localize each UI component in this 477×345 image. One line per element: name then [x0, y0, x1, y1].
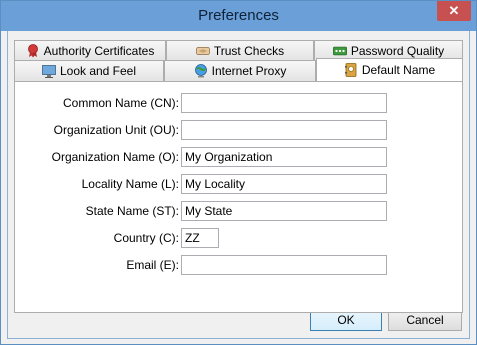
- address-book-icon: [344, 63, 358, 77]
- state-name-input[interactable]: My State: [181, 201, 387, 221]
- organization-unit-label: Organization Unit (OU):: [53, 123, 179, 137]
- locality-name-label: Locality Name (L):: [81, 177, 179, 191]
- organization-unit-input[interactable]: [181, 120, 387, 140]
- tab-trust-checks[interactable]: Trust Checks: [166, 40, 314, 60]
- close-button[interactable]: ✕: [437, 1, 471, 21]
- globe-icon: [194, 64, 208, 78]
- field-row-locality-name: Locality Name (L): My Locality: [15, 174, 462, 194]
- password-dots-icon: [332, 44, 347, 58]
- tab-label: Password Quality: [350, 43, 445, 58]
- tab-internet-proxy[interactable]: Internet Proxy: [164, 60, 316, 81]
- common-name-label: Common Name (CN):: [62, 96, 179, 110]
- preferences-dialog: Preferences ✕ Authority Certificates Tru…: [0, 0, 477, 345]
- organization-name-input[interactable]: My Organization: [181, 147, 387, 167]
- field-row-email: Email (E):: [15, 255, 462, 275]
- field-row-organization-name: Organization Name (O): My Organization: [15, 147, 462, 167]
- handshake-icon: [195, 44, 210, 58]
- tab-look-and-feel[interactable]: Look and Feel: [14, 60, 164, 81]
- tab-label: Trust Checks: [213, 43, 285, 58]
- close-icon: ✕: [448, 3, 460, 18]
- tab-label: Internet Proxy: [211, 64, 287, 78]
- tab-default-name[interactable]: Default Name: [316, 58, 463, 81]
- field-row-state-name: State Name (ST): My State: [15, 201, 462, 221]
- country-label: Country (C):: [113, 231, 179, 245]
- field-row-common-name: Common Name (CN):: [15, 93, 462, 113]
- field-row-country: Country (C): ZZ: [15, 228, 462, 248]
- tab-label: Default Name: [361, 63, 436, 77]
- tab-password-quality[interactable]: Password Quality: [314, 40, 463, 60]
- field-row-organization-unit: Organization Unit (OU):: [15, 120, 462, 140]
- organization-name-label: Organization Name (O):: [51, 150, 179, 164]
- state-name-label: State Name (ST):: [85, 204, 179, 218]
- email-input[interactable]: [181, 255, 387, 275]
- tab-label: Look and Feel: [59, 64, 137, 78]
- email-label: Email (E):: [126, 258, 179, 272]
- tab-label: Authority Certificates: [43, 43, 155, 58]
- common-name-input[interactable]: [181, 93, 387, 113]
- certificate-ribbon-icon: [26, 43, 40, 58]
- tab-authority-certificates[interactable]: Authority Certificates: [14, 40, 166, 60]
- default-name-panel: Common Name (CN): Organization Unit (OU)…: [14, 81, 463, 313]
- dialog-body: Authority Certificates Trust Checks Pass…: [7, 31, 470, 339]
- window-title: Preferences: [198, 7, 279, 24]
- title-bar[interactable]: Preferences ✕: [1, 1, 476, 31]
- country-input[interactable]: ZZ: [181, 228, 219, 248]
- locality-name-input[interactable]: My Locality: [181, 174, 387, 194]
- monitor-icon: [42, 64, 56, 78]
